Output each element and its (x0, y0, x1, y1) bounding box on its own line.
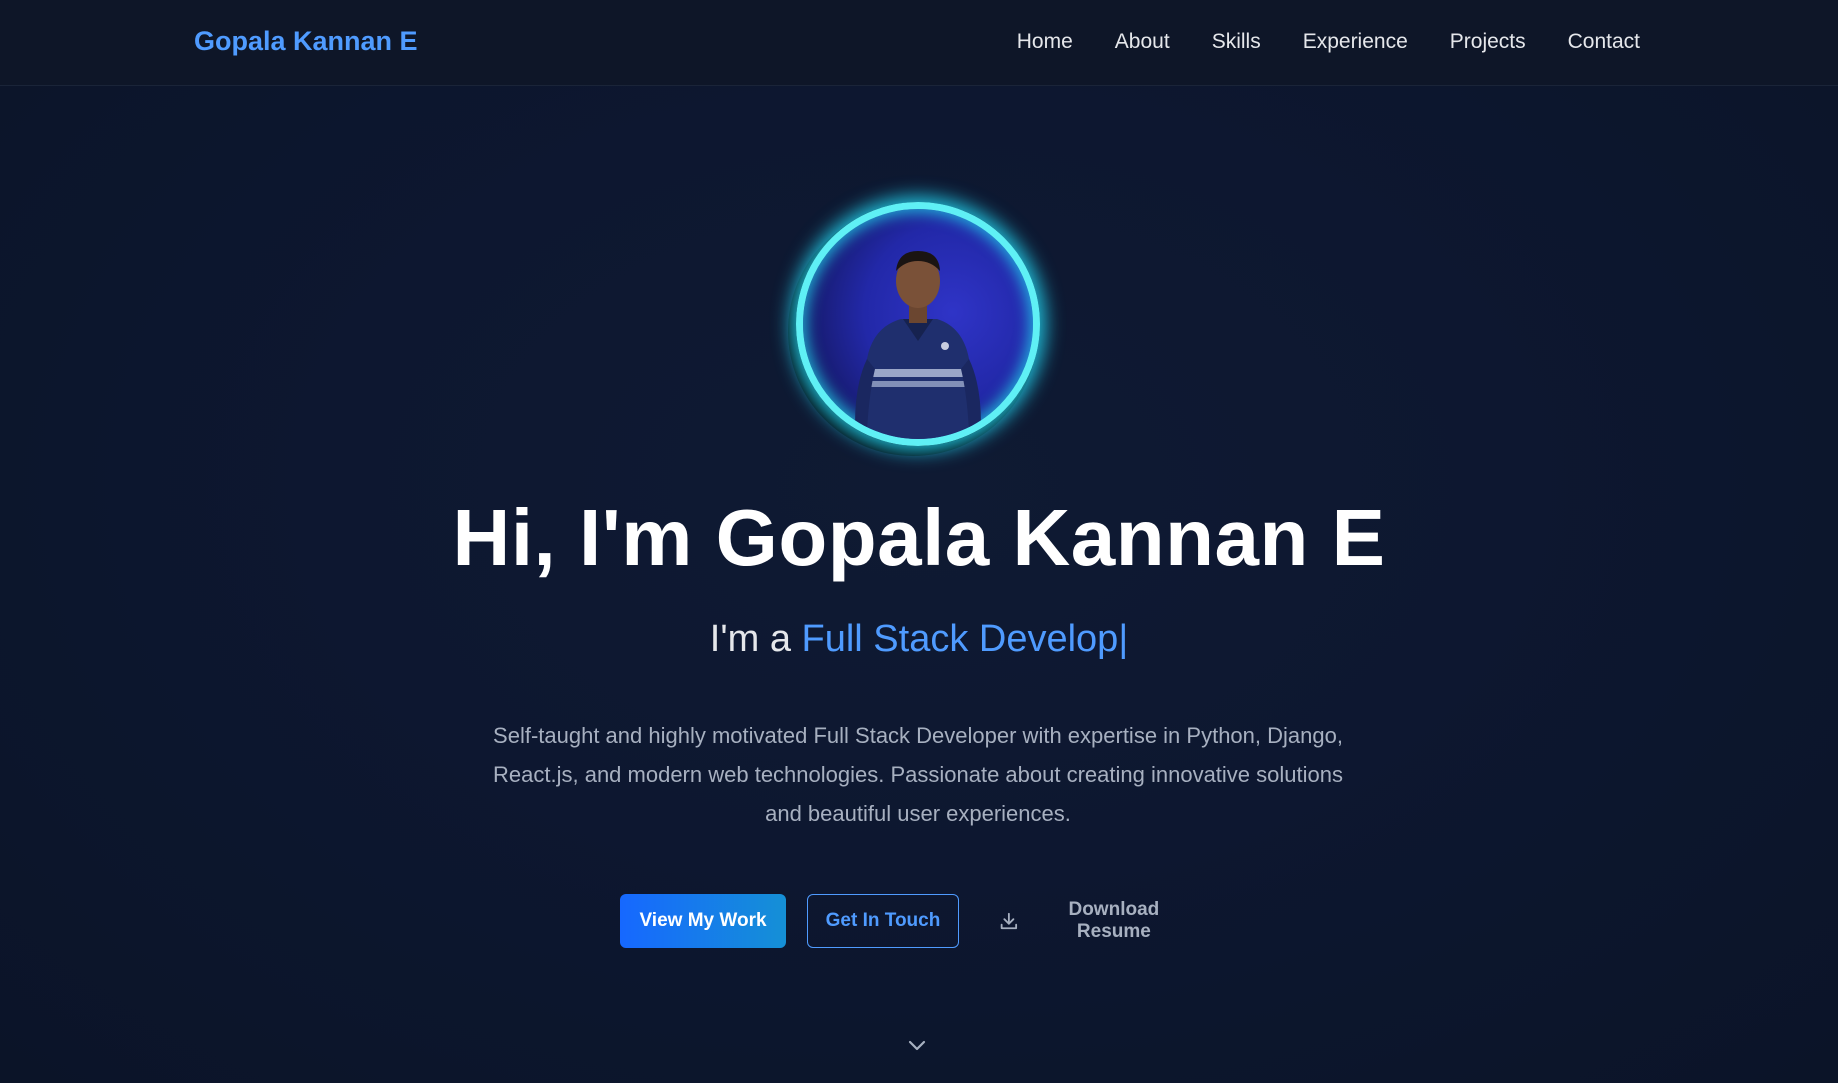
download-icon (1000, 912, 1018, 930)
avatar (788, 200, 1046, 456)
role-typewriter: I'm a Full Stack Develop| (0, 618, 1838, 661)
download-resume-label: Download Resume (1068, 899, 1160, 942)
hero-bio: Self-taught and highly motivated Full St… (493, 723, 1343, 826)
view-my-work-button[interactable]: View My Work (620, 894, 786, 948)
nav-link-contact[interactable]: Contact (1568, 30, 1640, 54)
avatar-photo (796, 202, 1040, 446)
nav-link-skills[interactable]: Skills (1212, 30, 1261, 54)
nav-link-home[interactable]: Home (1017, 30, 1073, 54)
nav-link-experience[interactable]: Experience (1303, 30, 1408, 54)
nav-link-projects[interactable]: Projects (1450, 30, 1526, 54)
role-typed-text: Full Stack Develop (801, 618, 1119, 660)
hero-heading: Hi, I'm Gopala Kannan E (452, 493, 1386, 582)
role-prefix: I'm a (709, 618, 802, 660)
download-resume-button[interactable]: Download Resume (998, 894, 1198, 948)
person-photo-illustration (855, 251, 981, 439)
get-in-touch-button[interactable]: Get In Touch (807, 894, 959, 948)
nav-links: Home About Skills Experience Projects Co… (1017, 30, 1640, 54)
typing-caret: | (1118, 618, 1129, 660)
chevron-down-icon[interactable] (905, 1033, 929, 1057)
navbar: Gopala Kannan E Home About Skills Experi… (0, 0, 1838, 86)
nav-link-about[interactable]: About (1115, 30, 1170, 54)
brand-logo[interactable]: Gopala Kannan E (194, 26, 418, 57)
